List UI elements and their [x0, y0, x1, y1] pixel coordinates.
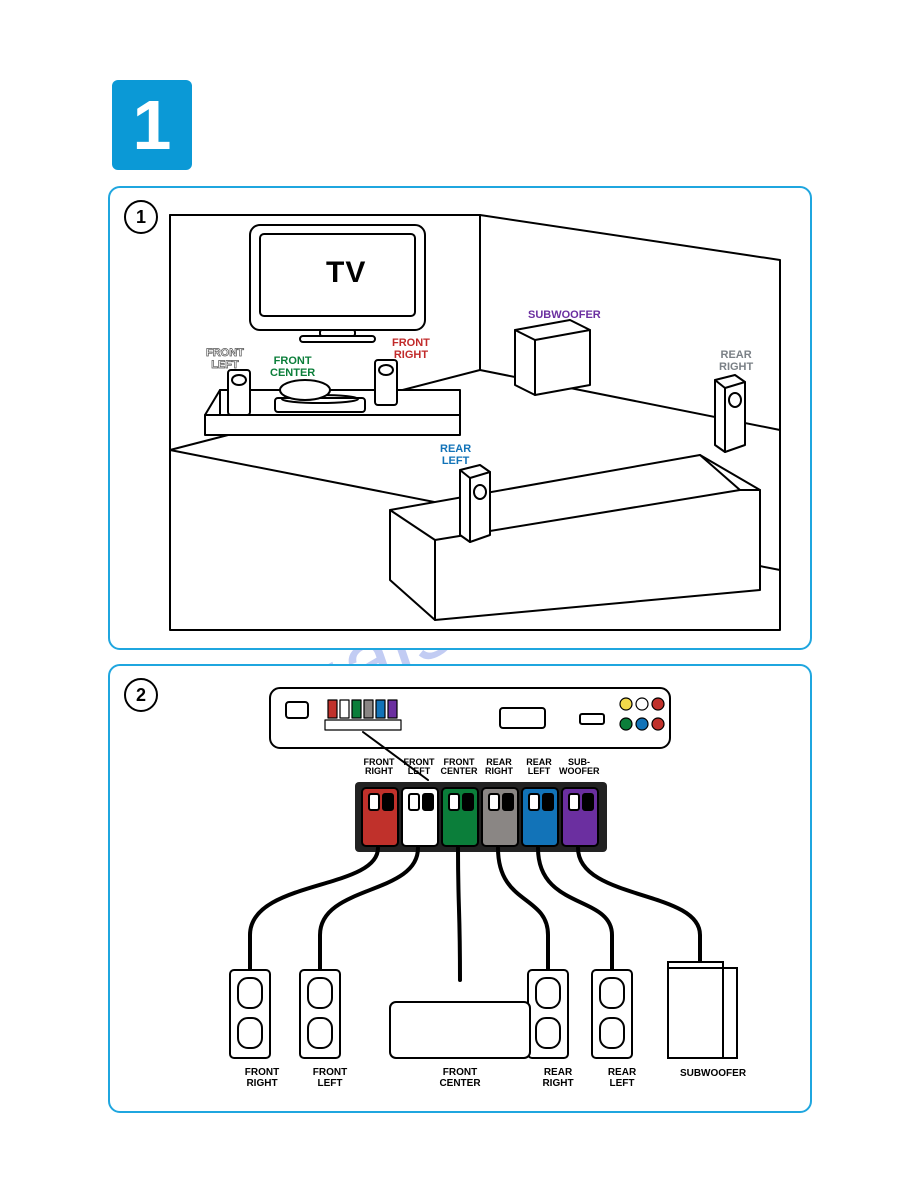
step-number-text: 1	[133, 86, 172, 164]
terminal-label-front-center: FRONT CENTER	[439, 758, 479, 776]
wiring-illustration	[160, 680, 770, 1100]
bottom-label-front-center: FRONT CENTER	[420, 1068, 500, 1089]
terminal-label-front-right: FRONT RIGHT	[359, 758, 399, 776]
substep-2-number: 2	[136, 685, 146, 705]
label-front-right: FRONT RIGHT	[392, 338, 430, 361]
terminal-label-front-left: FRONT LEFT	[399, 758, 439, 776]
terminal-label-rear-right: REAR RIGHT	[479, 758, 519, 776]
panel-speaker-wiring: 2	[108, 664, 812, 1113]
terminal-label-subwoofer: SUB- WOOFER	[559, 758, 599, 776]
bottom-label-front-right: FRONT RIGHT	[232, 1068, 292, 1089]
label-subwoofer: SUBWOOFER	[528, 310, 601, 322]
step-number-badge: 1	[112, 80, 192, 170]
bottom-label-rear-right: REAR RIGHT	[528, 1068, 588, 1089]
terminal-label-rear-left: REAR LEFT	[519, 758, 559, 776]
label-rear-right: REAR RIGHT	[719, 350, 753, 373]
tv-label: TV	[326, 256, 366, 290]
room-illustration	[160, 200, 790, 640]
substep-1-badge: 1	[124, 200, 158, 234]
substep-2-badge: 2	[124, 678, 158, 712]
label-rear-left: REAR LEFT	[440, 444, 471, 467]
label-front-left: FRONT LEFT	[206, 348, 244, 371]
bottom-label-rear-left: REAR LEFT	[592, 1068, 652, 1089]
bottom-label-subwoofer: SUBWOOFER	[668, 1069, 758, 1080]
bottom-label-front-left: FRONT LEFT	[300, 1068, 360, 1089]
manual-page: 1 manualshive.com 1	[0, 0, 918, 1188]
label-front-center: FRONT CENTER	[270, 356, 315, 379]
panel-speaker-placement: 1	[108, 186, 812, 650]
substep-1-number: 1	[136, 207, 146, 227]
